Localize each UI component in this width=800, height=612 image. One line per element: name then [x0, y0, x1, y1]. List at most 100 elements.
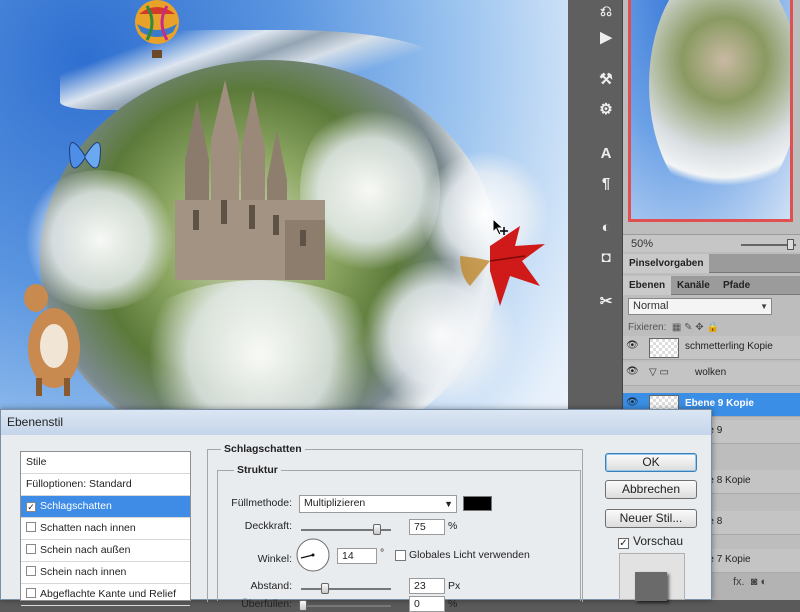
opacity-input[interactable]: 75 — [409, 519, 445, 535]
layer-blend-mode-select[interactable]: Normal ▼ — [628, 298, 772, 315]
ok-button[interactable]: OK — [605, 453, 697, 472]
preview-label: Vorschau — [633, 534, 684, 548]
styles-icon[interactable]: ◐ — [595, 216, 617, 238]
distance-label: Abstand: — [250, 580, 292, 592]
lock-label: Fixieren: — [628, 322, 667, 333]
layer-name: schmetterling Kopie — [685, 341, 773, 352]
distance-slider[interactable] — [301, 583, 391, 594]
preview-swatch — [635, 572, 667, 601]
fill-mode-select[interactable]: Multiplizieren ▼ — [299, 495, 457, 513]
tab-paths[interactable]: Pfade — [717, 276, 756, 295]
preview-checkbox-box[interactable]: ✓ — [618, 538, 629, 549]
subsection-title: Struktur — [234, 464, 281, 476]
chevron-down-icon: ▼ — [760, 302, 768, 311]
layers-tabbar: Ebenen Kanäle Pfade — [623, 276, 800, 295]
preview-checkbox[interactable]: ✓ Vorschau — [618, 534, 683, 549]
style-item[interactable]: Schein nach innen — [21, 562, 190, 584]
tab-layers[interactable]: Ebenen — [623, 276, 672, 295]
tab-brush-presets[interactable]: Pinselvorgaben — [623, 254, 710, 273]
angle-label: Winkel: — [257, 553, 292, 565]
style-item[interactable]: Schein nach außen — [21, 540, 190, 562]
chevron-down-icon: ▼ — [444, 499, 453, 509]
masks-icon[interactable]: ◘ — [595, 246, 617, 268]
opacity-label: Deckkraft: — [244, 520, 292, 532]
brush-icon[interactable]: ⚒ — [595, 68, 617, 90]
spread-slider[interactable] — [299, 600, 391, 611]
global-light-checkbox[interactable] — [395, 550, 406, 561]
style-item[interactable]: Fülloptionen: Standard — [21, 474, 190, 496]
style-item-label: Schein nach innen — [40, 566, 127, 578]
cancel-button[interactable]: Abbrechen — [605, 480, 697, 499]
shadow-color-swatch[interactable] — [463, 496, 492, 511]
style-item-label: Schlagschatten — [40, 500, 112, 512]
navigator-thumbnail — [649, 0, 790, 210]
red-leaf-image — [460, 226, 545, 306]
style-checkbox[interactable] — [26, 522, 36, 532]
style-item-label: Fülloptionen: Standard — [26, 478, 132, 490]
brush-presets-tabbar: Pinselvorgaben — [623, 254, 800, 273]
eye-icon[interactable]: 👁 — [626, 340, 640, 354]
blend-mode-value: Normal — [633, 300, 669, 312]
angle-dial[interactable] — [296, 538, 330, 572]
character-icon[interactable]: A — [595, 142, 617, 164]
eye-icon[interactable]: 👁 — [626, 366, 640, 380]
distance-slider-knob[interactable] — [321, 583, 329, 594]
opacity-slider[interactable] — [301, 524, 391, 535]
angle-input[interactable]: 14 — [337, 548, 377, 564]
fill-mode-value: Multiplizieren — [304, 497, 366, 509]
zoom-slider-knob[interactable] — [787, 239, 794, 250]
distance-input[interactable]: 23 — [409, 578, 445, 594]
lock-icons[interactable]: ▦ ✎ ✥ 🔒 — [669, 322, 719, 333]
style-item-label: Abgeflachte Kante und Relief — [40, 588, 177, 600]
navigator-preview[interactable] — [628, 0, 793, 222]
style-item[interactable]: Abgeflachte Kante und Relief — [21, 584, 190, 606]
mask-icon[interactable]: ◙ ◐ — [748, 576, 767, 588]
fx-icon[interactable]: fx. — [733, 576, 745, 588]
styles-header[interactable]: Stile — [21, 452, 190, 474]
style-item[interactable]: Schatten nach innen — [21, 518, 190, 540]
cloud — [120, 280, 400, 430]
dialog-title[interactable]: Ebenenstil — [1, 410, 711, 435]
tool-presets-icon[interactable]: ✂ — [595, 290, 617, 312]
lock-row: Fixieren: ▦ ✎ ✥ 🔒 — [628, 322, 719, 333]
folder-icon[interactable]: ▽ ▭ — [649, 367, 669, 378]
opacity-slider-knob[interactable] — [373, 524, 381, 535]
spread-input[interactable]: 0 — [409, 596, 445, 612]
style-item-label: Schatten nach innen — [40, 522, 136, 534]
style-checkbox[interactable] — [26, 566, 36, 576]
layer-row[interactable]: 👁 ▽ ▭ wolken — [623, 362, 800, 386]
zoom-slider[interactable] — [741, 239, 796, 250]
fill-mode-label: Füllmethode: — [231, 497, 292, 509]
navigator-zoom-row: 50% — [623, 234, 800, 252]
style-checkbox[interactable]: ✓ — [26, 502, 36, 512]
paragraph-icon[interactable]: ¶ — [595, 172, 617, 194]
layer-name: Ebene 9 Kopie — [685, 398, 754, 409]
layer-row[interactable]: 👁 schmetterling Kopie — [623, 336, 800, 360]
style-checkbox[interactable] — [26, 544, 36, 554]
distance-unit: Px — [448, 580, 461, 592]
drop-shadow-options: Schlagschatten Struktur Füllmethode: Mul… — [207, 435, 587, 612]
style-item-label: Schein nach außen — [40, 544, 131, 556]
layer-style-dialog: Ebenenstil Stile Fülloptionen: Standard ✓… — [0, 409, 712, 612]
layer-thumbnail — [649, 338, 679, 358]
move-cursor-icon — [492, 218, 508, 236]
style-item[interactable]: ✓ Schlagschatten — [21, 496, 190, 518]
clone-source-icon[interactable]: ⚙ — [595, 98, 617, 120]
actions-icon[interactable]: ▶ — [595, 26, 617, 48]
tab-channels[interactable]: Kanäle — [671, 276, 716, 295]
style-preview — [619, 553, 685, 601]
new-style-button[interactable]: Neuer Stil... — [605, 509, 697, 528]
style-checkbox[interactable] — [26, 588, 36, 598]
history-icon[interactable]: ⎌ — [595, 0, 617, 22]
cathedral-image — [175, 80, 325, 280]
hot-air-balloon-image — [135, 0, 179, 58]
zoom-level[interactable]: 50% — [631, 238, 653, 250]
butterfly-image — [69, 142, 101, 169]
layer-name: wolken — [695, 367, 727, 378]
angle-unit: ° — [380, 547, 385, 559]
section-title: Schlagschatten — [221, 443, 305, 455]
styles-list: Stile Fülloptionen: Standard ✓ Schlagschat… — [20, 451, 191, 606]
global-light-label[interactable]: Globales Licht verwenden — [409, 549, 530, 561]
spread-slider-knob[interactable] — [299, 600, 307, 611]
opacity-unit: % — [448, 520, 458, 532]
